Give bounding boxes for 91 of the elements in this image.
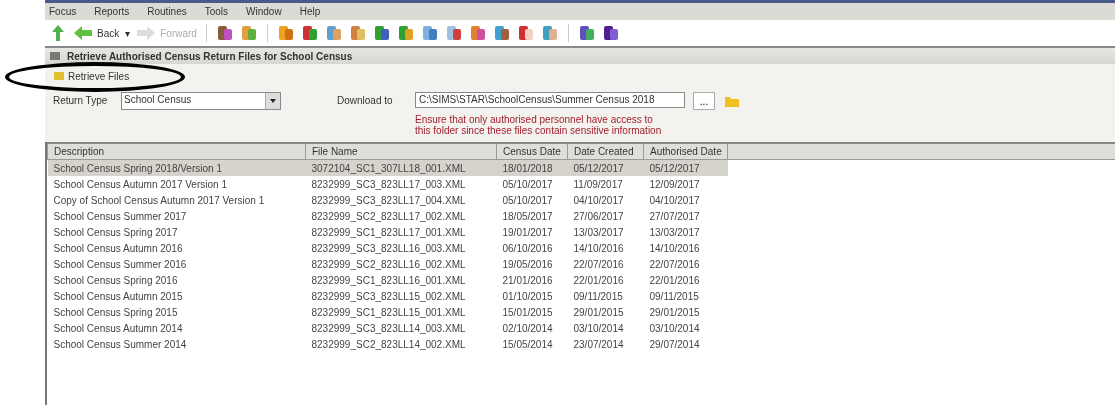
menu-item[interactable]: Focus: [49, 6, 77, 17]
download-to-label: Download to: [337, 94, 394, 106]
table-cell-text: 27/06/2017: [572, 209, 625, 224]
menu-item[interactable]: Window: [246, 6, 282, 17]
table-cell-text: 03/10/2014: [648, 321, 701, 336]
table-cell-text: 8232999_SC2_823LL16_002.XML: [310, 257, 467, 272]
table-cell-text: School Census Spring 2015: [52, 305, 179, 320]
table-row[interactable]: School Census Spring 2018/Version 1 3072104_SC1_307LL18_001.XML 18/01/2018 05/12/2017 05/12/2017: [47, 159, 1115, 176]
menu-item[interactable]: Reports: [94, 6, 130, 17]
table-cell-text: 8232999_SC3_823LL15_002.XML: [310, 289, 467, 304]
table-cell-text: 01/10/2015: [501, 289, 554, 304]
table-row[interactable]: School Census Summer 2017 8232999_SC2_823LL17_002.XML 18/05/2017 27/06/2017 27/07/2017: [47, 208, 1115, 224]
table-cell-text: School Census Summer 2014: [52, 337, 188, 352]
menu-item[interactable]: Help: [299, 6, 321, 17]
table-cell-text: 8232999_SC1_823LL17_001.XML: [310, 225, 467, 240]
table-row[interactable]: School Census Summer 2016 8232999_SC2_823LL16_002.XML 19/05/2016 22/07/2016 22/07/2016: [47, 256, 1115, 272]
table-cell-text: 22/07/2016: [648, 257, 701, 272]
table-cell-text: 8232999_SC2_823LL17_002.XML: [310, 209, 467, 224]
table-row[interactable]: School Census Autumn 2014 8232999_SC3_823LL14_003.XML 02/10/2014 03/10/2014 03/10/2014: [47, 320, 1115, 336]
table-cell-text: 8232999_SC1_823LL16_001.XML: [310, 273, 467, 288]
menu-item[interactable]: Tools: [204, 6, 229, 17]
table-row[interactable]: School Census Summer 2014 8232999_SC2_823LL14_002.XML 15/05/2014 23/07/2014 29/07/2014: [47, 336, 1115, 352]
table-cell: 8232999_SC3_823LL17_003.XML: [305, 176, 497, 192]
table-cell-text: 03/10/2014: [572, 321, 625, 336]
table-cell-text: 13/03/2017: [572, 225, 625, 240]
table-cell-text: 06/10/2016: [501, 241, 554, 256]
back-arrow-icon: [73, 25, 93, 41]
table-cell-text: Copy of School Census Autumn 2017 Version 1: [52, 193, 266, 208]
table-cell-text: 15/01/2015: [501, 305, 554, 320]
table-cell-text: 29/07/2014: [648, 337, 701, 352]
column-header[interactable]: Census Date: [496, 143, 568, 160]
table-cell-text: 27/07/2017: [648, 209, 701, 224]
column-header[interactable]: File Name: [305, 143, 497, 160]
table-cell-text: 09/11/2015: [572, 289, 624, 304]
retrieve-files-button[interactable]: Retrieve Files: [49, 68, 134, 84]
return-type-dropdown[interactable]: School Census: [121, 92, 281, 110]
table-row[interactable]: Copy of School Census Autumn 2017 Version 1 8232999_SC3_823LL17_004.XML 05/10/2017 04/10/2017 04/10/2017: [47, 192, 1115, 208]
table-cell-text: 02/10/2014: [501, 321, 554, 336]
table-cell: 11/09/2017: [567, 176, 644, 192]
table-row[interactable]: School Census Spring 2017 8232999_SC1_823LL17_001.XML 19/01/2017 13/03/2017 13/03/2017: [47, 224, 1115, 240]
table-cell-text: 14/10/2016: [572, 241, 625, 256]
menu-item[interactable]: Routines: [147, 6, 187, 17]
table-cell-text: 04/10/2017: [648, 193, 701, 208]
table-cell-text: School Census Spring 2016: [52, 273, 179, 288]
table-cell-text: 22/07/2016: [572, 257, 625, 272]
table-cell-text: School Census Summer 2017: [52, 209, 188, 224]
table-cell-text: 22/01/2016: [648, 273, 701, 288]
table-cell-text: 29/01/2015: [648, 305, 701, 320]
table-cell-text: 14/10/2016: [648, 241, 701, 256]
dropdown-caret[interactable]: ▾: [125, 27, 131, 39]
table-cell-text: 09/11/2015: [648, 289, 700, 304]
table-cell-text: School Census Autumn 2016: [52, 241, 184, 256]
table-cell-text: 8232999_SC3_823LL14_003.XML: [310, 321, 467, 336]
download-path-field[interactable]: C:\SIMS\STAR\SchoolCensus\Summer Census 2018: [415, 92, 685, 108]
window-title: Retrieve Authorised Census Return Files for School Census: [67, 50, 353, 62]
warning-text: Ensure that only authorised personnel have access to this folder since these files contain sensitive information: [415, 114, 663, 136]
table-cell-text: 21/01/2016: [501, 273, 554, 288]
table-cell-text: School Census Summer 2016: [52, 257, 188, 272]
table-cell-text: 15/05/2014: [501, 337, 554, 352]
table-cell-text: 8232999_SC3_823LL17_004.XML: [310, 193, 467, 208]
table-cell-text: 19/01/2017: [501, 225, 554, 240]
table-cell-text: 19/05/2016: [501, 257, 554, 272]
return-type-label: Return Type: [53, 94, 109, 106]
caret-icon: [265, 93, 280, 109]
column-header[interactable]: Date Created: [567, 143, 644, 160]
table-cell-text: 05/10/2017: [501, 193, 554, 208]
table-cell: 05/10/2017: [496, 176, 568, 192]
table-cell-text: 8232999_SC1_823LL15_001.XML: [310, 305, 467, 320]
table-cell-text: 04/10/2017: [572, 193, 625, 208]
table-row[interactable]: School Census Spring 2015 8232999_SC1_823LL15_001.XML 15/01/2015 29/01/2015 29/01/2015: [47, 304, 1115, 320]
table-row[interactable]: School Census Autumn 2017 Version 1 8232999_SC3_823LL17_003.XML 05/10/2017 11/09/2017 12/09/2017: [47, 176, 1115, 192]
table-cell-text: 23/07/2014: [572, 337, 625, 352]
column-header[interactable]: Description: [47, 143, 306, 160]
table-cell-text: School Census Autumn 2014: [52, 321, 184, 336]
table-cell-text: 8232999_SC3_823LL16_003.XML: [310, 241, 467, 256]
browse-button[interactable]: ...: [693, 92, 715, 110]
table-cell-text: 18/05/2017: [501, 209, 554, 224]
table-cell-text: 13/03/2017: [648, 225, 701, 240]
table-cell-text: 29/01/2015: [572, 305, 625, 320]
table-cell: 12/09/2017: [643, 176, 728, 192]
table-cell-text: 8232999_SC2_823LL14_002.XML: [310, 337, 467, 352]
table-cell: School Census Autumn 2017 Version 1: [47, 176, 306, 192]
table-row[interactable]: School Census Spring 2016 8232999_SC1_823LL16_001.XML 21/01/2016 22/01/2016 22/01/2016: [47, 272, 1115, 288]
forward-arrow-icon: [136, 25, 157, 41]
column-header[interactable]: Authorised Date: [643, 143, 728, 160]
table-row[interactable]: School Census Autumn 2015 8232999_SC3_823LL15_002.XML 01/10/2015 09/11/2015 09/11/2015: [47, 288, 1115, 304]
table-cell-text: School Census Autumn 2015: [52, 289, 184, 304]
table-cell-text: School Census Spring 2017: [52, 225, 179, 240]
back-button[interactable]: Back: [73, 25, 120, 41]
table-cell-text: 22/01/2016: [572, 273, 625, 288]
table-row[interactable]: School Census Autumn 2016 8232999_SC3_823LL16_003.XML 06/10/2016 14/10/2016 14/10/2016: [47, 240, 1115, 256]
